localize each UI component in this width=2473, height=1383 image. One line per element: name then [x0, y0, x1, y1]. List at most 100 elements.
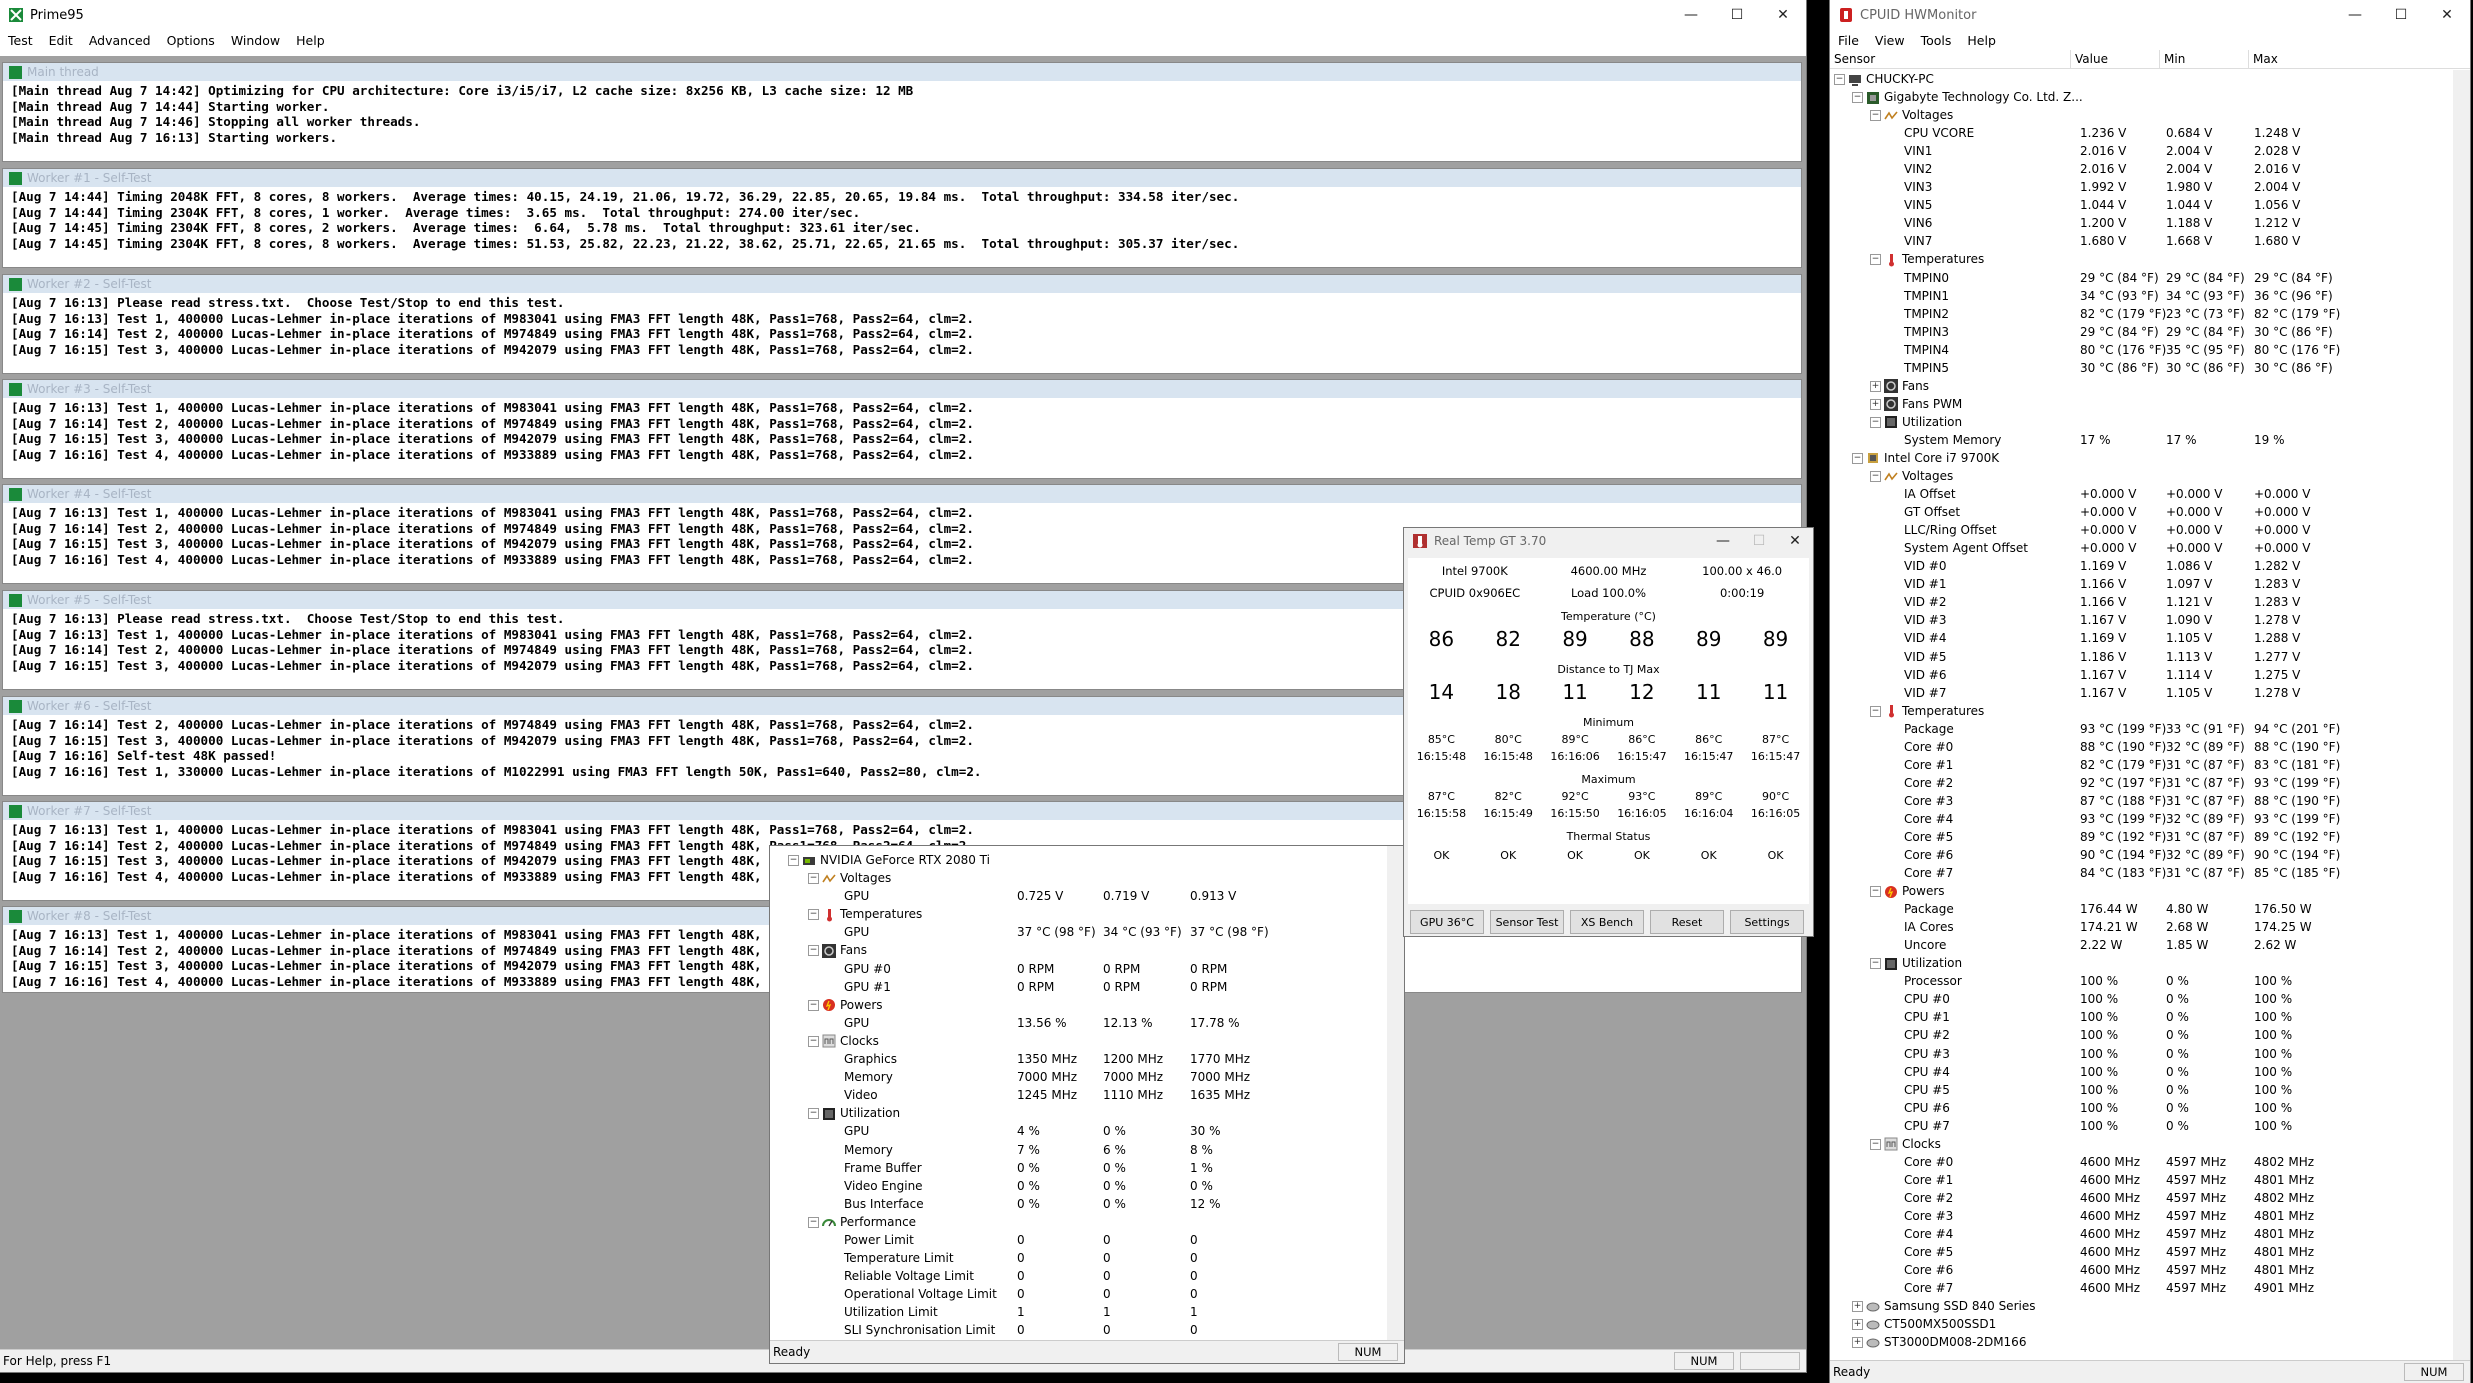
- menu-help[interactable]: Help: [288, 33, 333, 48]
- sensor-row[interactable]: Memory 7000 MHz 7000 MHz 7000 MHz: [770, 1068, 1387, 1086]
- tree-group-row[interactable]: − Powers: [1830, 882, 2453, 900]
- sensor-row[interactable]: VID #1 1.166 V 1.097 V 1.283 V: [1830, 575, 2453, 593]
- sensor-row[interactable]: GPU 4 % 0 % 30 %: [770, 1122, 1387, 1140]
- sensor-row[interactable]: Core #0 88 °C (190 °F) 32 °C (89 °F) 88 °C …: [1830, 738, 2453, 756]
- tree-group-row[interactable]: − Voltages: [1830, 106, 2453, 124]
- settings-button[interactable]: Settings: [1730, 910, 1804, 934]
- sensor-row[interactable]: Core #7 84 °C (183 °F) 31 °C (87 °F) 85 °C …: [1830, 864, 2453, 882]
- collapse-icon[interactable]: −: [1852, 92, 1863, 104]
- menu-options[interactable]: Options: [159, 33, 223, 48]
- sensor-row[interactable]: Core #3 4600 MHz 4597 MHz 4801 MHz: [1830, 1207, 2453, 1225]
- collapse-icon[interactable]: −: [1852, 452, 1863, 464]
- worker-window-titlebar[interactable]: Main thread: [3, 63, 1801, 81]
- collapse-icon[interactable]: −: [1870, 705, 1881, 717]
- sensor-row[interactable]: Frame Buffer 0 % 0 % 1 %: [770, 1159, 1387, 1177]
- collapse-icon[interactable]: −: [1870, 110, 1881, 122]
- sensor-row[interactable]: IA Cores 174.21 W 2.68 W 174.25 W: [1830, 918, 2453, 936]
- sensor-row[interactable]: Core #4 93 °C (199 °F) 32 °C (89 °F) 93 °C …: [1830, 810, 2453, 828]
- hw-minimize-button[interactable]: —: [2332, 0, 2378, 30]
- sensor-row[interactable]: Core #4 4600 MHz 4597 MHz 4801 MHz: [1830, 1225, 2453, 1243]
- collapse-icon[interactable]: −: [808, 999, 819, 1011]
- gpu-temp-button[interactable]: GPU 36°C: [1410, 910, 1484, 934]
- tree-group-row[interactable]: − Clocks: [770, 1032, 1387, 1050]
- rt-close-button[interactable]: ✕: [1777, 528, 1813, 556]
- reset-button[interactable]: Reset: [1650, 910, 1724, 934]
- sensor-row[interactable]: TMPIN0 29 °C (84 °F) 29 °C (84 °F) 29 °C (8…: [1830, 269, 2453, 287]
- xs-bench-button[interactable]: XS Bench: [1570, 910, 1644, 934]
- sensor-row[interactable]: Core #3 87 °C (188 °F) 31 °C (87 °F) 88 °C …: [1830, 792, 2453, 810]
- sensor-row[interactable]: VID #7 1.167 V 1.105 V 1.278 V: [1830, 684, 2453, 702]
- sensor-row[interactable]: VIN2 2.016 V 2.004 V 2.016 V: [1830, 160, 2453, 178]
- sensor-row[interactable]: SLI Synchronisation Limit 0 0 0: [770, 1321, 1387, 1339]
- expand-icon[interactable]: +: [1870, 380, 1881, 392]
- sensor-row[interactable]: Video 1245 MHz 1110 MHz 1635 MHz: [770, 1086, 1387, 1104]
- sensor-row[interactable]: CPU #7 100 % 0 % 100 %: [1830, 1117, 2453, 1135]
- worker-window-titlebar[interactable]: Worker #1 - Self-Test: [3, 169, 1801, 187]
- sensor-row[interactable]: Memory 7 % 6 % 8 %: [770, 1141, 1387, 1159]
- sensor-row[interactable]: LLC/Ring Offset +0.000 V +0.000 V +0.000 V: [1830, 521, 2453, 539]
- close-button[interactable]: ✕: [1760, 0, 1806, 30]
- sensor-row[interactable]: VID #6 1.167 V 1.114 V 1.275 V: [1830, 666, 2453, 684]
- tree-group-row[interactable]: − NVIDIA GeForce RTX 2080 Ti: [770, 851, 1387, 869]
- worker-window-titlebar[interactable]: Worker #3 - Self-Test: [3, 380, 1801, 398]
- sensor-row[interactable]: CPU #0 100 % 0 % 100 %: [1830, 990, 2453, 1008]
- collapse-icon[interactable]: −: [808, 1216, 819, 1228]
- sensor-row[interactable]: CPU #1 100 % 0 % 100 %: [1830, 1008, 2453, 1026]
- sensor-row[interactable]: VIN3 1.992 V 1.980 V 2.004 V: [1830, 178, 2453, 196]
- collapse-icon[interactable]: −: [808, 945, 819, 957]
- collapse-icon[interactable]: −: [1870, 416, 1881, 428]
- sensor-row[interactable]: CPU #6 100 % 0 % 100 %: [1830, 1099, 2453, 1117]
- sensor-row[interactable]: Graphics 1350 MHz 1200 MHz 1770 MHz: [770, 1050, 1387, 1068]
- tree-group-row[interactable]: + ST3000DM008-2DM166: [1830, 1333, 2453, 1351]
- tree-group-row[interactable]: − Temperatures: [770, 905, 1387, 923]
- collapse-icon[interactable]: −: [1870, 958, 1881, 970]
- sensor-row[interactable]: Core #6 4600 MHz 4597 MHz 4801 MHz: [1830, 1261, 2453, 1279]
- hw-menu-view[interactable]: View: [1867, 33, 1913, 48]
- collapse-icon[interactable]: −: [1834, 74, 1845, 85]
- tree-group-row[interactable]: − Voltages: [1830, 467, 2453, 485]
- collapse-icon[interactable]: −: [808, 1108, 819, 1120]
- tree-group-row[interactable]: − Clocks: [1830, 1135, 2453, 1153]
- menu-test[interactable]: Test: [0, 33, 41, 48]
- tree-group-row[interactable]: − Powers: [770, 996, 1387, 1014]
- tree-group-row[interactable]: + Fans PWM: [1830, 395, 2453, 413]
- sensor-row[interactable]: TMPIN3 29 °C (84 °F) 29 °C (84 °F) 30 °C (8…: [1830, 323, 2453, 341]
- hw-menu-tools[interactable]: Tools: [1913, 33, 1960, 48]
- collapse-icon[interactable]: −: [1870, 254, 1881, 266]
- collapse-icon[interactable]: −: [1870, 1138, 1881, 1150]
- sensor-row[interactable]: Operational Voltage Limit 0 0 0: [770, 1285, 1387, 1303]
- tree-group-row[interactable]: − Gigabyte Technology Co. Ltd. Z...: [1830, 88, 2453, 106]
- col-value[interactable]: Value: [2071, 50, 2160, 68]
- worker-window[interactable]: Main thread [Main thread Aug 7 14:42] Opt…: [2, 62, 1802, 162]
- collapse-icon[interactable]: +: [1852, 1337, 1863, 1349]
- menu-advanced[interactable]: Advanced: [81, 33, 159, 48]
- sensor-row[interactable]: Power Limit 0 0 0: [770, 1231, 1387, 1249]
- tree-group-row[interactable]: + Samsung SSD 840 Series: [1830, 1297, 2453, 1315]
- prime95-titlebar[interactable]: Prime95 — ☐ ✕: [0, 0, 1806, 30]
- collapse-icon[interactable]: +: [1852, 1319, 1863, 1331]
- sensor-row[interactable]: VIN7 1.680 V 1.668 V 1.680 V: [1830, 232, 2453, 250]
- sensor-row[interactable]: Package 93 °C (199 °F) 33 °C (91 °F) 94 °C …: [1830, 720, 2453, 738]
- worker-window-titlebar[interactable]: Worker #4 - Self-Test: [3, 485, 1801, 503]
- minimize-button[interactable]: —: [1668, 0, 1714, 30]
- sensor-row[interactable]: GPU #0 0 RPM 0 RPM 0 RPM: [770, 960, 1387, 978]
- sensor-test-button[interactable]: Sensor Test: [1490, 910, 1564, 934]
- tree-group-row[interactable]: − Performance: [770, 1213, 1387, 1231]
- sensor-row[interactable]: Core #1 4600 MHz 4597 MHz 4801 MHz: [1830, 1171, 2453, 1189]
- sensor-row[interactable]: GPU 37 °C (98 °F) 34 °C (93 °F) 37 °C (98 °…: [770, 923, 1387, 941]
- sensor-row[interactable]: Video Engine 0 % 0 % 0 %: [770, 1177, 1387, 1195]
- maximize-button[interactable]: ☐: [1714, 0, 1760, 30]
- collapse-icon[interactable]: −: [808, 909, 819, 921]
- sensor-row[interactable]: CPU #4 100 % 0 % 100 %: [1830, 1063, 2453, 1081]
- hw-maximize-button[interactable]: ☐: [2378, 0, 2424, 30]
- worker-window[interactable]: Worker #3 - Self-Test [Aug 7 16:13] Test …: [2, 379, 1802, 479]
- sensor-row[interactable]: TMPIN2 82 °C (179 °F) 23 °C (73 °F) 82 °C (…: [1830, 305, 2453, 323]
- sensor-row[interactable]: Temperature Limit 0 0 0: [770, 1249, 1387, 1267]
- sensor-row[interactable]: GPU 13.56 % 12.13 % 17.78 %: [770, 1014, 1387, 1032]
- collapse-icon[interactable]: −: [1870, 886, 1881, 898]
- tree-group-row[interactable]: − Utilization: [770, 1104, 1387, 1122]
- col-sensor[interactable]: Sensor: [1830, 50, 2071, 68]
- sensor-row[interactable]: IA Offset +0.000 V +0.000 V +0.000 V: [1830, 485, 2453, 503]
- sensor-row[interactable]: VID #2 1.166 V 1.121 V 1.283 V: [1830, 593, 2453, 611]
- sensor-row[interactable]: Core #5 4600 MHz 4597 MHz 4801 MHz: [1830, 1243, 2453, 1261]
